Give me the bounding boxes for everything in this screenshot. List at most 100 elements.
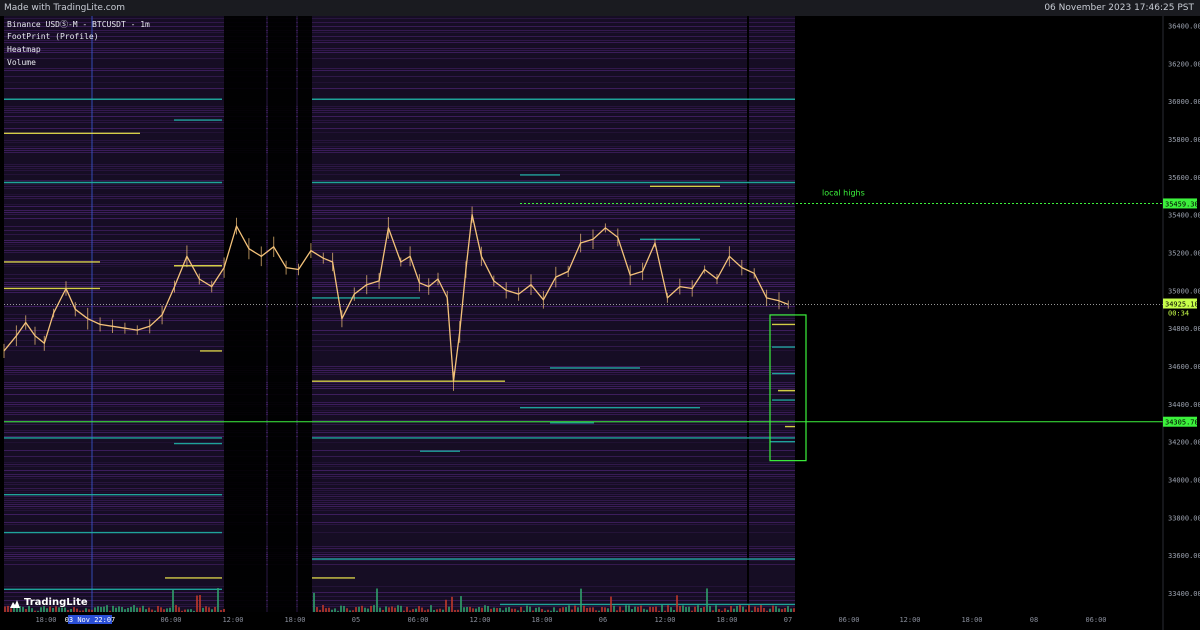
volume-bar: [76, 608, 78, 612]
volume-bar: [88, 609, 90, 612]
volume-bar: [721, 610, 723, 612]
y-tick-label: 34800.00: [1168, 325, 1200, 333]
heatmap-row: [4, 450, 795, 451]
volume-bar: [379, 607, 381, 612]
volume-bar: [529, 606, 531, 612]
volume-bar: [457, 609, 459, 612]
heatmap-row: [4, 592, 795, 593]
volume-bar: [604, 607, 606, 612]
volume-bar: [487, 606, 489, 612]
volume-bar: [37, 610, 39, 612]
volume-bar: [538, 607, 540, 612]
volume-bar: [184, 609, 186, 612]
heatmap-row: [4, 412, 795, 413]
heatmap-row: [4, 284, 795, 285]
heatmap-row: [4, 198, 795, 199]
volume-bar: [319, 609, 321, 612]
volume-bar: [661, 605, 663, 612]
volume-bar: [541, 608, 543, 612]
volume-bar: [4, 606, 6, 612]
y-tick-label: 34000.00: [1168, 477, 1200, 485]
made-with-label: Made with TradingLite.com: [4, 3, 126, 13]
x-tick-label: 18:00: [284, 616, 305, 624]
heatmap-row: [4, 382, 795, 383]
volume-bar: [763, 608, 765, 612]
heatmap-row: [4, 196, 795, 197]
volume-bar: [580, 588, 582, 612]
heatmap-row: [4, 292, 795, 293]
heatmap-row: [4, 462, 795, 463]
x-tick-label: 08: [1030, 616, 1038, 624]
volume-bar: [448, 606, 450, 612]
heatmap-row: [4, 76, 795, 77]
heatmap-row: [4, 552, 795, 553]
volume-bar: [556, 610, 558, 612]
volume-bar: [67, 610, 69, 612]
heatmap-row: [4, 564, 795, 565]
heatmap-row: [4, 432, 795, 433]
volume-bar: [367, 608, 369, 612]
heatmap-row: [4, 334, 795, 335]
volume-bar: [727, 609, 729, 612]
volume-bar: [25, 609, 27, 612]
y-tick-label: 35600.00: [1168, 174, 1200, 182]
heatmap-row: [4, 112, 795, 113]
heatmap-row: [4, 166, 795, 167]
volume-bar: [787, 606, 789, 612]
heatmap-chart[interactable]: local highs 33400.00 33600.00 33800.00 3400…: [0, 16, 1200, 630]
volume-bar: [769, 608, 771, 612]
volume-bar: [214, 606, 216, 612]
volume-bar: [709, 606, 711, 612]
volume-bar: [412, 609, 414, 612]
heatmap-row: [4, 320, 795, 321]
heatmap-row: [4, 524, 795, 525]
volume-bar: [433, 610, 435, 612]
volume-bar: [736, 605, 738, 612]
volume-bar: [718, 609, 720, 612]
heatmap-row: [4, 184, 795, 185]
volume-bar: [784, 608, 786, 612]
volume-bar: [400, 605, 402, 612]
heatmap-row: [4, 560, 795, 561]
heatmap-row: [4, 168, 795, 169]
heatmap-row: [4, 214, 795, 215]
heatmap-row: [4, 282, 795, 283]
volume-bar: [355, 607, 357, 612]
volume-bar: [340, 605, 342, 612]
volume-bar: [103, 606, 105, 612]
volume-bar: [526, 605, 528, 612]
volume-bar: [481, 607, 483, 612]
volume-bar: [115, 607, 117, 612]
heatmap-row: [4, 88, 795, 89]
indicator-footprint[interactable]: FootPrint (Profile): [7, 32, 99, 41]
volume-bar: [202, 607, 204, 612]
y-tick-label: 34200.00: [1168, 439, 1200, 447]
volume-bar: [514, 608, 516, 612]
heatmap-row: [4, 414, 795, 415]
heatmap-row: [4, 370, 795, 371]
volume-bar: [151, 609, 153, 612]
volume-bar: [325, 608, 327, 612]
heatmap-row: [4, 174, 795, 175]
heatmap-row: [4, 58, 795, 59]
data-gap: [224, 16, 266, 612]
heatmap-row: [4, 384, 795, 385]
volume-bar: [328, 607, 330, 612]
volume-bar: [193, 610, 195, 612]
volume-bar: [406, 606, 408, 612]
heatmap-row: [4, 120, 795, 121]
volume-bar: [136, 607, 138, 612]
volume-bar: [172, 590, 174, 612]
heatmap-row: [4, 274, 795, 275]
indicator-volume[interactable]: Volume: [7, 58, 36, 67]
volume-bar: [313, 592, 315, 612]
x-tick-label: 06:00: [1085, 616, 1106, 624]
heatmap-row: [4, 374, 795, 375]
volume-bar: [751, 610, 753, 612]
indicator-heatmap[interactable]: Heatmap: [7, 45, 41, 54]
volume-bar: [181, 610, 183, 612]
volume-bar: [124, 609, 126, 612]
volume-bar: [106, 605, 108, 612]
volume-bar: [118, 606, 120, 612]
y-tick-label: 33800.00: [1168, 514, 1200, 522]
